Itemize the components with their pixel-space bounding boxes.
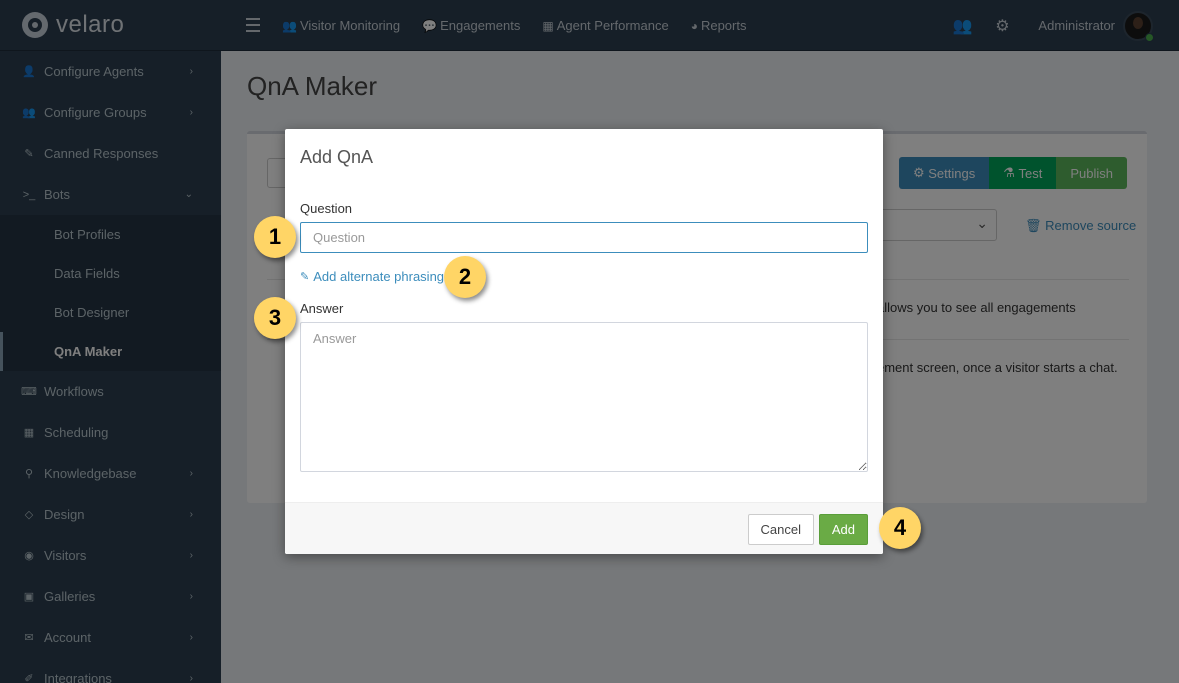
add-qna-modal: Add QnA Question ✎ Add alternate phrasin… xyxy=(285,129,883,554)
answer-textarea[interactable] xyxy=(300,322,868,472)
add-alternate-phrasing-link[interactable]: ✎ Add alternate phrasing xyxy=(300,269,444,284)
question-input[interactable] xyxy=(300,222,868,253)
cancel-button[interactable]: Cancel xyxy=(747,514,814,545)
pencil-icon: ✎ xyxy=(300,271,310,283)
alt-phrasing-label: Add alternate phrasing xyxy=(313,269,445,284)
answer-label: Answer xyxy=(300,301,344,316)
modal-title: Add QnA xyxy=(300,147,374,167)
callout-badge-3: 3 xyxy=(254,297,296,339)
modal-footer: Cancel Add xyxy=(285,502,883,554)
callout-badge-2: 2 xyxy=(444,256,486,298)
callout-badge-4: 4 xyxy=(879,507,921,549)
callout-badge-1: 1 xyxy=(254,216,296,258)
question-label: Question xyxy=(300,201,353,216)
add-button[interactable]: Add xyxy=(818,514,868,545)
